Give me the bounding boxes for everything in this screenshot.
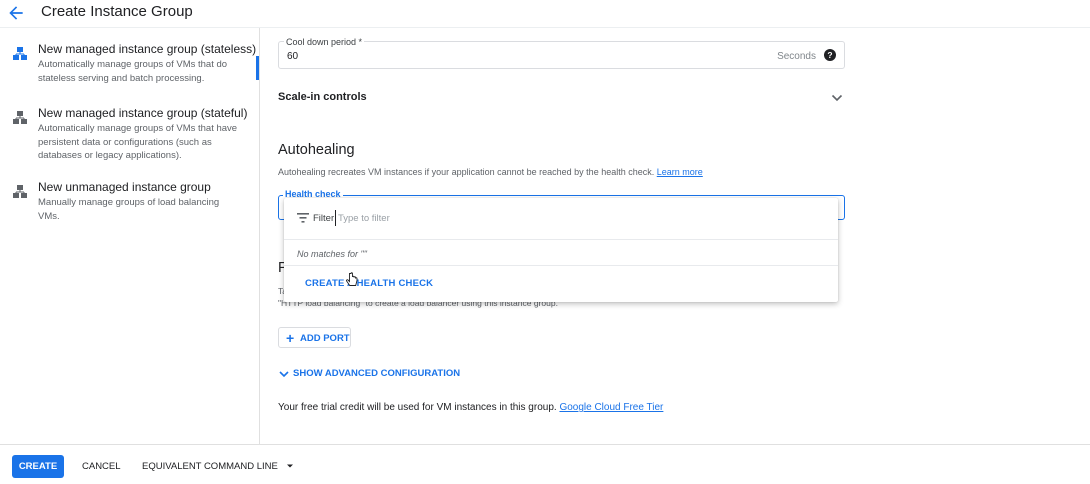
credit-text: Your free trial credit will be used for … xyxy=(278,402,557,413)
back-arrow-icon[interactable] xyxy=(6,3,26,23)
sidebar-item-unmanaged[interactable]: New unmanaged instance group Manually ma… xyxy=(0,180,259,226)
svg-text:?: ? xyxy=(827,50,832,60)
filter-input[interactable] xyxy=(335,210,635,226)
page-title: Create Instance Group xyxy=(41,3,193,20)
add-port-label: ADD PORT xyxy=(300,333,350,344)
sidebar-item-desc: Manually manage groups of load balancing… xyxy=(38,197,220,222)
filter-row: Filter xyxy=(284,198,838,240)
autohealing-desc: Autohealing recreates VM instances if yo… xyxy=(278,167,703,177)
free-trial-credit-notice: Your free trial credit will be used for … xyxy=(278,402,663,413)
create-button[interactable]: CREATE xyxy=(12,455,64,478)
sidebar-item-title: New managed instance group (stateless) xyxy=(38,42,257,56)
scale-in-controls-label[interactable]: Scale-in controls xyxy=(278,91,367,103)
footer-actions: CREATE CANCEL EQUIVALENT COMMAND LINE xyxy=(0,444,1090,484)
caret-down-icon[interactable] xyxy=(284,460,296,472)
active-indicator xyxy=(256,56,259,80)
sidebar-item-title: New unmanaged instance group xyxy=(38,180,211,194)
show-advanced-config-label: SHOW ADVANCED CONFIGURATION xyxy=(293,368,461,379)
help-icon[interactable]: ? xyxy=(824,49,836,61)
chevron-down-icon[interactable] xyxy=(830,91,844,105)
sidebar-item-desc: Automatically manage groups of VMs that … xyxy=(38,59,228,84)
autohealing-desc-text: Autohealing recreates VM instances if yo… xyxy=(278,167,655,177)
create-health-check-button[interactable]: CREATE A HEALTH CHECK xyxy=(305,278,433,289)
filter-icon xyxy=(297,213,309,223)
sidebar-item-title: New managed instance group (stateful) xyxy=(38,106,248,120)
autohealing-title: Autohealing xyxy=(278,142,355,158)
dropdown-divider xyxy=(284,265,838,266)
sidebar-item-desc: Automatically manage groups of VMs that … xyxy=(38,123,238,161)
instance-group-icon xyxy=(13,47,27,60)
cool-down-value: 60 xyxy=(287,51,299,62)
cool-down-suffix: Seconds xyxy=(777,51,816,62)
cancel-button[interactable]: CANCEL xyxy=(82,461,121,472)
instance-group-icon xyxy=(13,111,27,124)
health-check-dropdown: Filter No matches for "" CREATE A HEALTH… xyxy=(284,198,838,302)
sidebar-item-managed-stateless[interactable]: New managed instance group (stateless) A… xyxy=(0,42,259,96)
equivalent-command-line-button[interactable]: EQUIVALENT COMMAND LINE xyxy=(142,461,278,472)
filter-label: Filter xyxy=(313,213,335,224)
learn-more-link[interactable]: Learn more xyxy=(657,167,703,177)
free-tier-link[interactable]: Google Cloud Free Tier xyxy=(559,402,663,413)
sidebar-item-managed-stateful[interactable]: New managed instance group (stateful) Au… xyxy=(0,106,259,170)
page-header: Create Instance Group xyxy=(0,0,1090,28)
instance-group-icon xyxy=(13,185,27,198)
cool-down-label: Cool down period * xyxy=(284,37,365,47)
chevron-down-icon xyxy=(279,371,289,378)
plus-icon: + xyxy=(286,330,295,346)
no-matches-text: No matches for "" xyxy=(297,249,367,259)
add-port-button[interactable]: + ADD PORT xyxy=(278,327,351,348)
hand-cursor-icon xyxy=(346,272,358,286)
sidebar: New managed instance group (stateless) A… xyxy=(0,28,260,444)
